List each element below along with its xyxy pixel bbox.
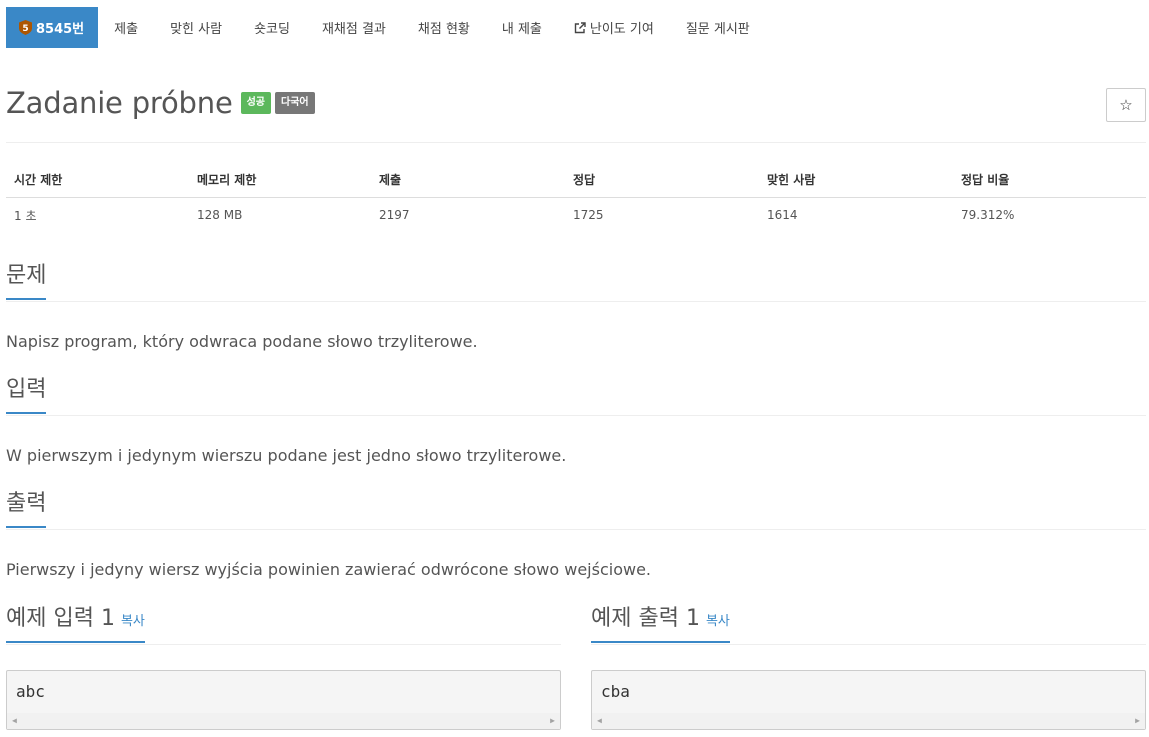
scroll-left-icon[interactable]: ◀ <box>597 716 602 725</box>
output-description: Pierwszy i jedyny wiersz wyjścia powinie… <box>6 560 651 579</box>
scroll-left-icon[interactable]: ◀ <box>12 716 17 725</box>
tab-solved-users[interactable]: 맞힌 사람 <box>154 7 238 48</box>
sample-input-title: 예제 입력 1 <box>6 606 115 631</box>
sample-output-box[interactable]: cba ◀ ▶ <box>591 670 1146 730</box>
col-memory-limit: 메모리 제한 <box>189 162 371 198</box>
tab-difficulty-contribution[interactable]: 난이도 기여 <box>558 7 670 48</box>
problem-info-table: 시간 제한 메모리 제한 제출 정답 맞힌 사람 정답 비율 1 초 128 M… <box>6 162 1146 233</box>
input-description: W pierwszym i jedynym wierszu podane jes… <box>6 446 567 465</box>
problem-description: Napisz program, który odwraca podane sło… <box>6 332 478 351</box>
accepted-value: 1725 <box>573 208 604 223</box>
tab-status[interactable]: 채점 현황 <box>402 7 486 48</box>
success-label: 성공 <box>240 92 271 114</box>
sample-output-value: cba <box>601 682 630 701</box>
tab-qna-board[interactable]: 질문 게시판 <box>670 7 766 48</box>
table-header-row: 시간 제한 메모리 제한 제출 정답 맞힌 사람 정답 비율 <box>6 162 1146 198</box>
copy-sample-output-button[interactable]: 복사 <box>706 614 730 629</box>
tab-my-submissions[interactable]: 내 제출 <box>486 7 558 48</box>
sample-input-header: 예제 입력 1 복사 <box>6 605 561 645</box>
problem-section-header: 문제 <box>6 262 1146 302</box>
external-link-icon <box>574 21 586 34</box>
tab-short-coding[interactable]: 숏코딩 <box>238 7 306 48</box>
col-time-limit: 시간 제한 <box>6 162 189 198</box>
sample-output-title: 예제 출력 1 <box>591 606 700 631</box>
favorite-star-button[interactable]: ☆ <box>1106 88 1146 122</box>
col-accept-ratio: 정답 비율 <box>953 162 1146 198</box>
table-row: 1 초 128 MB 2197 1725 1614 79.312% <box>6 197 1146 233</box>
time-limit-value: 1 초 <box>14 208 37 223</box>
problem-title: Zadanie próbne <box>6 86 233 120</box>
sample-input-scrollbar[interactable]: ◀ ▶ <box>7 713 560 729</box>
scroll-right-icon[interactable]: ▶ <box>1135 716 1140 725</box>
sample-input-heading: 예제 입력 1 복사 <box>6 605 145 643</box>
problem-menu-nav: 5 8545번 제출 맞힌 사람 숏코딩 재채점 결과 채점 현황 내 제출 난… <box>6 7 766 48</box>
problem-heading: 문제 <box>6 262 47 300</box>
memory-limit-value: 128 MB <box>197 208 243 223</box>
input-heading: 입력 <box>6 376 47 414</box>
scroll-right-icon[interactable]: ▶ <box>550 716 555 725</box>
tier-digit: 5 <box>22 24 28 34</box>
col-accepted: 정답 <box>565 162 759 198</box>
multilang-label[interactable]: 다국어 <box>275 92 315 114</box>
accept-ratio-value: 79.312% <box>961 208 1015 223</box>
tab-rejudge-results[interactable]: 재채점 결과 <box>306 7 402 48</box>
sample-input-value: abc <box>16 682 45 701</box>
tier-badge-icon: 5 <box>19 20 32 35</box>
tab-problem[interactable]: 5 8545번 <box>6 7 99 48</box>
star-icon: ☆ <box>1119 96 1133 114</box>
output-heading: 출력 <box>6 490 47 528</box>
tab-difficulty-label: 난이도 기여 <box>589 22 654 37</box>
sample-input-box[interactable]: abc ◀ ▶ <box>6 670 561 730</box>
title-divider <box>6 142 1146 143</box>
tab-submit[interactable]: 제출 <box>98 7 154 48</box>
col-submissions: 제출 <box>371 162 565 198</box>
sample-output-header: 예제 출력 1 복사 <box>591 605 1146 645</box>
input-section-header: 입력 <box>6 376 1146 416</box>
sample-output-heading: 예제 출력 1 복사 <box>591 605 730 643</box>
solved-users-value: 1614 <box>767 208 798 223</box>
col-solved-users: 맞힌 사람 <box>759 162 953 198</box>
sample-output-scrollbar[interactable]: ◀ ▶ <box>592 713 1145 729</box>
output-section-header: 출력 <box>6 490 1146 530</box>
submissions-value: 2197 <box>379 208 410 223</box>
tab-problem-label: 8545번 <box>36 22 85 37</box>
problem-title-row: Zadanie próbne 성공 다국어 <box>6 86 315 120</box>
copy-sample-input-button[interactable]: 복사 <box>121 614 145 629</box>
